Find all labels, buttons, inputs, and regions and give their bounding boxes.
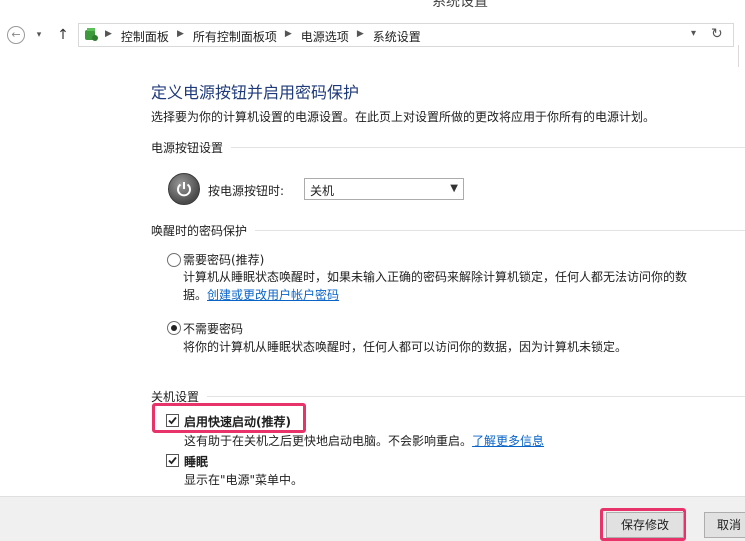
section-title-power: 电源按钮设置 xyxy=(151,141,224,155)
chevron-right-icon: ▶ xyxy=(284,29,292,39)
require-password-radio[interactable] xyxy=(167,253,181,267)
no-password-radio[interactable] xyxy=(167,321,181,335)
crumb-all-items[interactable]: 所有控制面板项 xyxy=(193,28,277,45)
power-button-label: 按电源按钮时: xyxy=(208,184,285,198)
divider xyxy=(207,396,745,397)
back-button[interactable]: ← xyxy=(6,25,26,45)
chevron-right-icon: ▶ xyxy=(356,29,364,39)
section-wake-password: 唤醒时的密码保护 xyxy=(151,222,745,239)
no-password-label[interactable]: 不需要密码 xyxy=(183,320,243,337)
checkmark-icon xyxy=(168,416,177,425)
window-title: 系统设置 xyxy=(432,0,488,10)
fast-startup-label[interactable]: 启用快速启动(推荐) xyxy=(184,413,291,430)
address-box[interactable]: ▶ 控制面板 ▶ 所有控制面板项 ▶ 电源选项 ▶ 系统设置 ▾ ↻ xyxy=(78,23,734,47)
no-password-description: 将你的计算机从睡眠状态唤醒时，任何人都可以访问你的数据，因为计算机未锁定。 xyxy=(183,340,628,354)
breadcrumb: ▶ 控制面板 ▶ 所有控制面板项 ▶ 电源选项 ▶ 系统设置 xyxy=(105,28,421,45)
back-arrow-icon: ← xyxy=(7,26,25,44)
fast-startup-desc-text: 这有助于在关机之后更快地启动电脑。不会影响重启。 xyxy=(184,434,473,448)
require-desc-prefix: 据。 xyxy=(183,288,208,302)
title-bar: 系统设置 xyxy=(0,0,745,20)
sleep-checkbox[interactable] xyxy=(166,454,179,467)
up-arrow-icon[interactable]: ↑ xyxy=(54,25,72,45)
power-button-icon xyxy=(168,173,200,205)
crumb-power-options[interactable]: 电源选项 xyxy=(301,28,349,45)
page-title: 定义电源按钮并启用密码保护 xyxy=(151,83,360,102)
control-panel-icon xyxy=(85,28,98,41)
require-desc-line2: 据。创建或更改用户帐户密码 xyxy=(183,286,728,304)
refresh-icon[interactable]: ↻ xyxy=(711,26,723,42)
require-password-label[interactable]: 需要密码(推荐) xyxy=(183,251,264,268)
page-description: 选择要为你的计算机设置的电源设置。在此页上对设置所做的更改将应用于你所有的电源计… xyxy=(151,110,656,124)
section-title-wake: 唤醒时的密码保护 xyxy=(151,224,248,238)
checkmark-icon xyxy=(168,456,177,465)
require-desc-line1: 计算机从睡眠状态唤醒时，如果未输入正确的密码来解除计算机锁定，任何人都无法访问你… xyxy=(183,270,688,284)
address-bar: ← ▾ ↑ ▶ 控制面板 ▶ 所有控制面板项 ▶ 电源选项 ▶ 系统设置 ▾ ↻ xyxy=(0,22,745,67)
select-value: 关机 xyxy=(310,184,335,198)
chevron-right-icon: ▶ xyxy=(176,29,184,39)
learn-more-link[interactable]: 了解更多信息 xyxy=(472,434,544,448)
sleep-label[interactable]: 睡眠 xyxy=(184,453,208,470)
crumb-control-panel[interactable]: 控制面板 xyxy=(121,28,169,45)
divider xyxy=(255,230,745,231)
crumb-system-settings[interactable]: 系统设置 xyxy=(373,28,421,45)
chevron-down-icon: ▼ xyxy=(450,183,458,194)
require-password-description: 计算机从睡眠状态唤醒时，如果未输入正确的密码来解除计算机锁定，任何人都无法访问你… xyxy=(183,268,728,304)
sleep-description: 显示在"电源"菜单中。 xyxy=(184,473,304,487)
footer-bar: 保存修改 取消 xyxy=(0,496,745,541)
chevron-right-icon: ▶ xyxy=(105,29,112,39)
cancel-button[interactable]: 取消 xyxy=(704,512,745,538)
history-dropdown-icon[interactable]: ▾ xyxy=(32,25,46,45)
save-button[interactable]: 保存修改 xyxy=(606,512,684,538)
address-dropdown-icon[interactable]: ▾ xyxy=(691,28,696,39)
power-button-action-select[interactable]: 关机 ▼ xyxy=(304,178,464,200)
fast-startup-checkbox[interactable] xyxy=(166,414,179,427)
fast-startup-description: 这有助于在关机之后更快地启动电脑。不会影响重启。了解更多信息 xyxy=(184,432,544,449)
divider xyxy=(231,147,745,148)
section-power-buttons: 电源按钮设置 xyxy=(151,139,745,156)
main-content: 定义电源按钮并启用密码保护 选择要为你的计算机设置的电源设置。在此页上对设置所做… xyxy=(0,50,745,496)
change-password-link[interactable]: 创建或更改用户帐户密码 xyxy=(207,288,339,302)
